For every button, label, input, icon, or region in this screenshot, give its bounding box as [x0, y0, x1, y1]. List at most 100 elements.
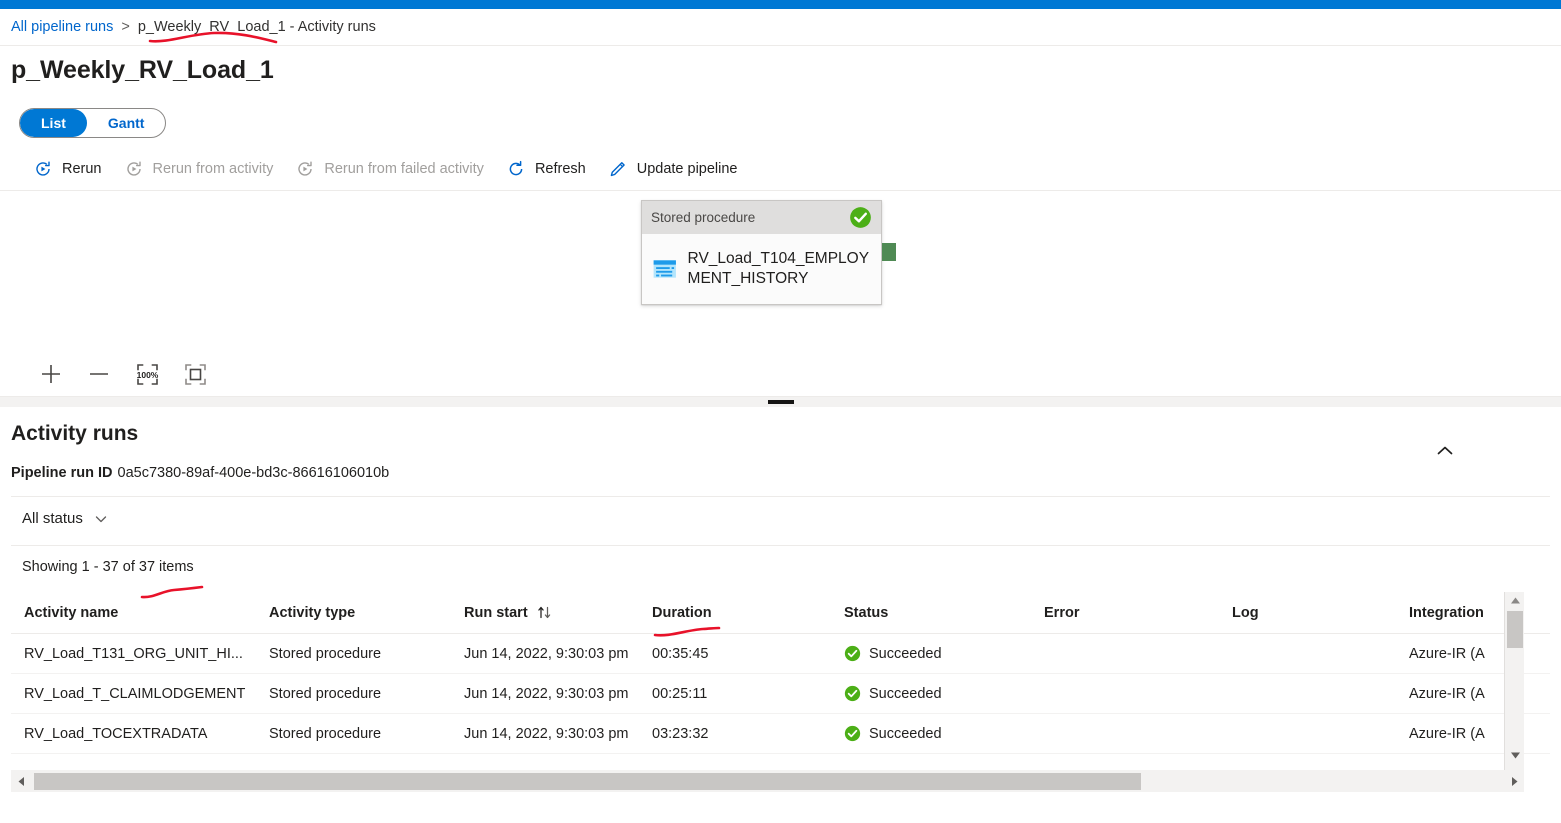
table-vertical-scrollbar[interactable]: [1504, 592, 1524, 772]
status-badge: Succeeded: [869, 725, 942, 742]
tab-gantt[interactable]: Gantt: [87, 109, 166, 137]
column-header-activity-name[interactable]: Activity name: [11, 605, 256, 621]
column-header-run-start[interactable]: Run start: [451, 605, 639, 621]
zoom-100-percent-icon: 100%: [136, 363, 158, 385]
rerun-icon: [36, 161, 50, 176]
status-filter-label: All status: [22, 510, 83, 527]
column-header-error[interactable]: Error: [1031, 605, 1219, 621]
pencil-icon: [610, 161, 625, 176]
stored-procedure-icon: [653, 260, 676, 278]
status-filter-dropdown[interactable]: All status: [22, 510, 108, 527]
column-header-integration-runtime[interactable]: Integration: [1396, 605, 1550, 621]
rerun-button[interactable]: Rerun: [22, 153, 113, 185]
cell-status: Succeeded: [831, 685, 1031, 702]
update-pipeline-label: Update pipeline: [636, 160, 738, 177]
fit-to-screen-button[interactable]: [178, 358, 212, 390]
zoom-out-icon: [90, 373, 108, 375]
vertical-scroll-thumb[interactable]: [1507, 611, 1523, 648]
svg-text:100%: 100%: [136, 370, 158, 380]
rerun-from-failed-activity-button: Rerun from failed activity: [284, 153, 495, 185]
table-header-row: Activity name Activity type Run start Du…: [11, 592, 1550, 634]
breadcrumb-current: p_Weekly_RV_Load_1 - Activity runs: [137, 19, 376, 35]
scroll-up-arrow-icon[interactable]: [1505, 592, 1525, 609]
rerun-label: Rerun: [62, 160, 102, 177]
panel-splitter[interactable]: [0, 397, 1561, 407]
cell-integration-runtime: Azure-IR (A: [1409, 645, 1485, 662]
page-title: p_Weekly_RV_Load_1: [11, 56, 274, 84]
cell-activity-name: RV_Load_TOCEXTRADATA: [24, 725, 208, 742]
update-pipeline-button[interactable]: Update pipeline: [597, 153, 749, 185]
cell-activity-type: Stored procedure: [269, 725, 382, 742]
column-header-run-start-label: Run start: [464, 604, 528, 621]
divider-below-filter: [11, 545, 1550, 546]
table-row[interactable]: RV_Load_TOCEXTRADATA Stored procedure Ju…: [11, 714, 1550, 754]
cell-status: Succeeded: [831, 725, 1031, 742]
splitter-grip[interactable]: [767, 400, 794, 404]
table-horizontal-scrollbar[interactable]: [11, 770, 1524, 792]
table-row[interactable]: RV_Load_T131_ORG_UNIT_HI... Stored proce…: [11, 634, 1550, 674]
rerun-from-activity-icon: [126, 161, 141, 176]
cell-activity-type: Stored procedure: [269, 645, 382, 662]
status-succeeded-icon: [844, 645, 861, 662]
status-succeeded-icon: [844, 725, 861, 742]
node-body: RV_Load_T104_EMPLOYMENT_HISTORY: [642, 234, 881, 304]
cell-run-start: Jun 14, 2022, 9:30:03 pm: [464, 685, 629, 702]
canvas-zoom-controls: 100%: [0, 352, 1561, 397]
sort-arrows-icon[interactable]: [537, 605, 552, 620]
column-header-activity-type[interactable]: Activity type: [256, 605, 451, 621]
cell-duration: 00:35:45: [652, 645, 709, 662]
cell-run-start: Jun 14, 2022, 9:30:03 pm: [464, 645, 629, 662]
rerun-from-failed-activity-label: Rerun from failed activity: [324, 160, 484, 177]
horizontal-scroll-thumb[interactable]: [34, 773, 1141, 790]
status-succeeded-icon: [844, 685, 861, 702]
rerun-from-failed-activity-icon: [298, 161, 313, 176]
node-title: RV_Load_T104_EMPLOYMENT_HISTORY: [687, 250, 870, 287]
cell-integration-runtime: Azure-IR (A: [1409, 725, 1485, 742]
breadcrumb: All pipeline runs > p_Weekly_RV_Load_1 -…: [0, 9, 1561, 46]
rerun-from-activity-label: Rerun from activity: [152, 160, 274, 177]
pipeline-run-id: Pipeline run ID 0a5c7380-89af-400e-bd3c-8…: [11, 465, 389, 481]
horizontal-scroll-track[interactable]: [31, 770, 1504, 792]
pipeline-run-id-label: Pipeline run ID: [11, 465, 113, 481]
activity-runs-heading: Activity runs: [11, 422, 139, 445]
activity-runs-collapse-button[interactable]: [1428, 436, 1462, 466]
activity-runs-table: Activity name Activity type Run start Du…: [11, 592, 1550, 772]
column-header-duration[interactable]: Duration: [639, 605, 831, 621]
column-header-log[interactable]: Log: [1219, 605, 1396, 621]
tab-list[interactable]: List: [20, 109, 87, 137]
column-header-status[interactable]: Status: [831, 605, 1031, 621]
scroll-right-arrow-icon[interactable]: [1504, 770, 1524, 792]
zoom-in-button[interactable]: [34, 358, 68, 390]
cell-activity-name: RV_Load_T131_ORG_UNIT_HI...: [24, 645, 243, 662]
cell-duration: 03:23:32: [652, 725, 709, 742]
table-row[interactable]: RV_Load_T_CLAIMLODGEMENT Stored procedur…: [11, 674, 1550, 714]
breadcrumb-all-pipeline-runs-link[interactable]: All pipeline runs: [11, 19, 113, 35]
view-toggle: List Gantt: [19, 108, 167, 138]
cell-duration: 00:25:11: [652, 685, 708, 702]
zoom-100-percent-button[interactable]: 100%: [130, 358, 164, 390]
zoom-out-button[interactable]: [82, 358, 116, 390]
cell-integration-runtime: Azure-IR (A: [1409, 685, 1485, 702]
fit-to-screen-icon: [184, 363, 206, 385]
status-badge: Succeeded: [869, 685, 942, 702]
scroll-left-arrow-icon[interactable]: [11, 770, 31, 792]
status-badge: Succeeded: [869, 645, 942, 662]
cell-activity-type: Stored procedure: [269, 685, 382, 702]
node-header: Stored procedure: [642, 201, 881, 234]
refresh-icon: [509, 160, 523, 175]
divider-above-filter: [11, 496, 1550, 497]
node-output-connector[interactable]: [882, 243, 896, 261]
pipeline-run-page: All pipeline runs > p_Weekly_RV_Load_1 -…: [0, 0, 1561, 823]
cell-status: Succeeded: [831, 645, 1031, 662]
refresh-button[interactable]: Refresh: [495, 153, 597, 185]
breadcrumb-separator: >: [121, 19, 130, 35]
refresh-label: Refresh: [534, 160, 586, 177]
pipeline-graph-canvas[interactable]: Stored procedure RV_Load_T104_EMPLOYMENT…: [0, 191, 1561, 352]
pipeline-run-id-value: 0a5c7380-89af-400e-bd3c-86616106010b: [117, 465, 390, 481]
rerun-from-activity-button: Rerun from activity: [113, 153, 285, 185]
activity-node-stored-procedure[interactable]: Stored procedure RV_Load_T104_EMPLOYMENT…: [641, 200, 882, 305]
zoom-in-icon: [42, 365, 60, 383]
showing-items-count: Showing 1 - 37 of 37 items: [22, 559, 194, 575]
scroll-down-arrow-icon[interactable]: [1505, 747, 1525, 764]
chevron-down-icon: [95, 515, 107, 522]
